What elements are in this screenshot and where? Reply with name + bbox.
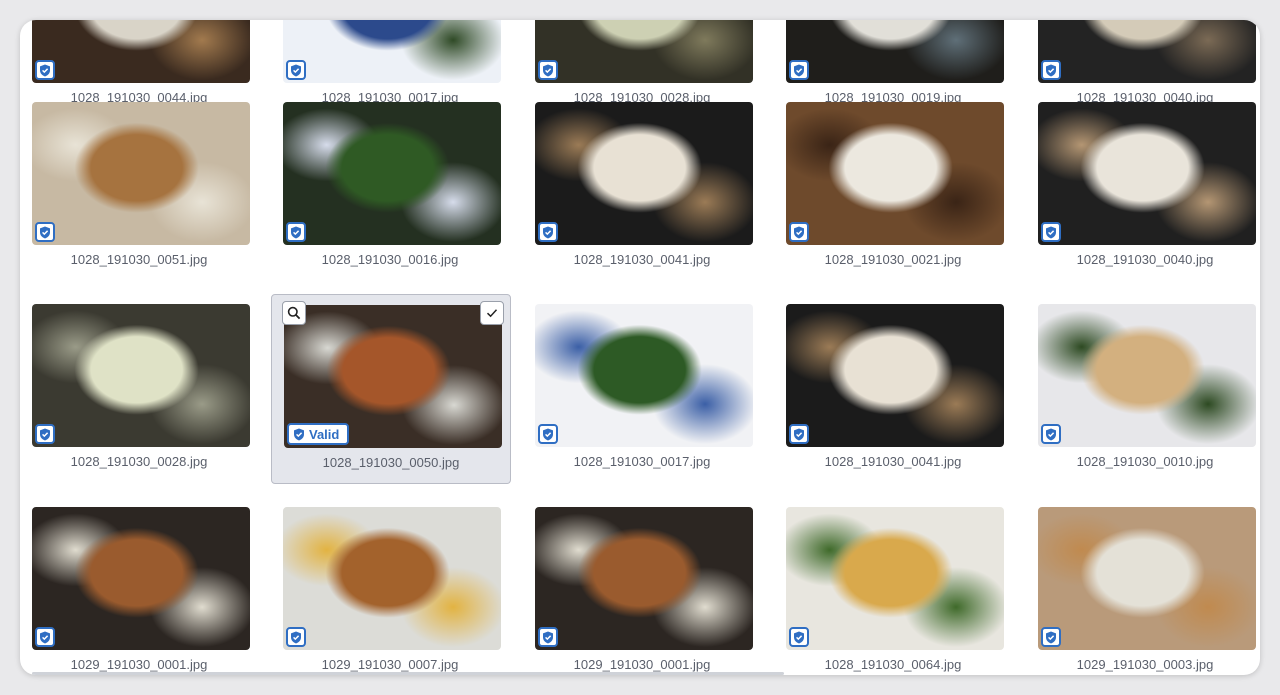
verified-shield-icon: [35, 627, 55, 647]
valid-status-badge: Valid: [287, 423, 350, 445]
verified-shield-icon: [1041, 424, 1061, 444]
grid-item[interactable]: 1028_191030_0021.jpg: [774, 102, 1012, 277]
verified-shield-icon: [789, 424, 809, 444]
thumbnail-image[interactable]: [32, 20, 250, 83]
shield-check-icon: [293, 428, 305, 441]
verified-shield-icon: [538, 424, 558, 444]
thumbnail-image[interactable]: [786, 20, 1004, 83]
verified-shield-icon: [286, 627, 306, 647]
verified-shield-icon: [789, 60, 809, 80]
thumbnail-image[interactable]: [1038, 507, 1256, 650]
image-filename: 1029_191030_0007.jpg: [321, 657, 459, 672]
verified-shield-icon: [286, 60, 306, 80]
thumbnail-image[interactable]: [283, 20, 501, 83]
thumbnail-image[interactable]: [786, 507, 1004, 650]
thumbnail-image[interactable]: [32, 102, 250, 245]
grid-item[interactable]: 1028_191030_0028.jpg: [523, 20, 761, 115]
thumbnail-image[interactable]: [786, 102, 1004, 245]
image-filename: 1028_191030_0064.jpg: [824, 657, 962, 672]
thumbnail-image[interactable]: [1038, 20, 1256, 83]
image-grid: 1028_191030_0044.jpg 1028_191030_0017.jpg…: [20, 20, 1260, 675]
verified-shield-icon: [1041, 627, 1061, 647]
search-icon: [287, 306, 301, 320]
image-gallery-window: 1028_191030_0044.jpg 1028_191030_0017.jpg…: [20, 20, 1260, 675]
image-filename: 1028_191030_0010.jpg: [1076, 454, 1214, 469]
image-filename: 1029_191030_0001.jpg: [70, 657, 208, 672]
image-filename: 1028_191030_0040.jpg: [1076, 252, 1214, 267]
thumbnail-image[interactable]: [786, 304, 1004, 447]
thumbnail-image[interactable]: [32, 507, 250, 650]
thumbnail-image[interactable]: [535, 304, 753, 447]
grid-item[interactable]: 1028_191030_0051.jpg: [20, 102, 258, 277]
grid-item[interactable]: 1028_191030_0041.jpg: [774, 304, 1012, 479]
grid-item[interactable]: 1028_191030_0044.jpg: [20, 20, 258, 115]
image-filename: 1028_191030_0017.jpg: [573, 454, 711, 469]
image-filename: 1028_191030_0041.jpg: [824, 454, 962, 469]
grid-item[interactable]: 1028_191030_0064.jpg: [774, 507, 1012, 675]
image-filename: 1028_191030_0021.jpg: [824, 252, 962, 267]
grid-item[interactable]: 1029_191030_0001.jpg: [20, 507, 258, 675]
thumbnail-image[interactable]: [283, 102, 501, 245]
grid-item[interactable]: 1028_191030_0017.jpg: [271, 20, 509, 115]
image-filename: 1029_191030_0001.jpg: [573, 657, 711, 672]
thumbnail-image[interactable]: [1038, 102, 1256, 245]
image-filename: 1028_191030_0050.jpg: [322, 455, 460, 470]
verified-shield-icon: [1041, 222, 1061, 242]
image-filename: 1028_191030_0028.jpg: [70, 454, 208, 469]
image-filename: 1028_191030_0016.jpg: [321, 252, 459, 267]
thumbnail-image[interactable]: [283, 507, 501, 650]
image-filename: 1029_191030_0003.jpg: [1076, 657, 1214, 672]
grid-item[interactable]: 1028_191030_0017.jpg: [523, 304, 761, 479]
verified-shield-icon: [35, 424, 55, 444]
thumbnail-image[interactable]: [535, 507, 753, 650]
thumbnail-image[interactable]: Valid: [284, 305, 502, 448]
valid-label: Valid: [309, 426, 340, 442]
grid-item[interactable]: 1029_191030_0003.jpg: [1026, 507, 1260, 675]
checkmark-icon: [486, 308, 498, 318]
thumbnail-image[interactable]: [535, 20, 753, 83]
verified-shield-icon: [35, 60, 55, 80]
magnify-button[interactable]: [282, 301, 306, 325]
image-filename: 1028_191030_0051.jpg: [70, 252, 208, 267]
grid-item[interactable]: 1028_191030_0040.jpg: [1026, 102, 1260, 277]
grid-item[interactable]: 1028_191030_0016.jpg: [271, 102, 509, 277]
thumbnail-image[interactable]: [1038, 304, 1256, 447]
thumbnail-image[interactable]: [32, 304, 250, 447]
image-filename: 1028_191030_0041.jpg: [573, 252, 711, 267]
verified-shield-icon: [538, 627, 558, 647]
verified-shield-icon: [286, 222, 306, 242]
verified-shield-icon: [789, 627, 809, 647]
grid-item[interactable]: 1028_191030_0019.jpg: [774, 20, 1012, 115]
thumbnail-image[interactable]: [535, 102, 753, 245]
verified-shield-icon: [1041, 60, 1061, 80]
grid-item[interactable]: 1028_191030_0010.jpg: [1026, 304, 1260, 479]
grid-item[interactable]: 1028_191030_0040.jpg: [1026, 20, 1260, 115]
verified-shield-icon: [35, 222, 55, 242]
horizontal-scrollbar[interactable]: [32, 672, 784, 675]
select-checkbox[interactable]: [480, 301, 504, 325]
grid-item-selected[interactable]: Valid 1028_191030_0050.jpg: [271, 294, 511, 484]
grid-item[interactable]: 1028_191030_0041.jpg: [523, 102, 761, 277]
grid-item[interactable]: 1028_191030_0028.jpg: [20, 304, 258, 479]
verified-shield-icon: [538, 222, 558, 242]
verified-shield-icon: [789, 222, 809, 242]
verified-shield-icon: [538, 60, 558, 80]
grid-item[interactable]: 1029_191030_0007.jpg: [271, 507, 509, 675]
grid-item[interactable]: 1029_191030_0001.jpg: [523, 507, 761, 675]
